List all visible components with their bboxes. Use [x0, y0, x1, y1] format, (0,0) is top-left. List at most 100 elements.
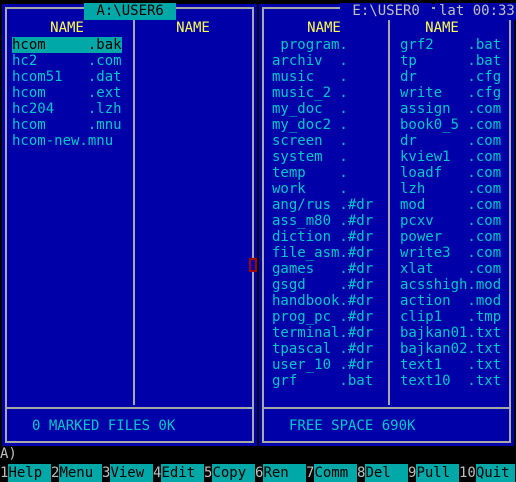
file-entry[interactable]: dr .cfg	[400, 69, 501, 85]
file-entry[interactable]: my_doc .	[272, 101, 373, 117]
left-status-separator	[7, 407, 252, 409]
file-entry[interactable]: xlat .com	[400, 261, 501, 277]
file-entry[interactable]: archiv .	[272, 53, 373, 69]
function-key-number: 7	[306, 464, 315, 482]
file-entry[interactable]: hc204 .lzh	[12, 101, 122, 117]
file-entry[interactable]: book0_5 .com	[400, 117, 501, 133]
file-entry[interactable]: grf .bat	[272, 373, 373, 389]
file-entry[interactable]: write .cfg	[400, 85, 501, 101]
file-entry[interactable]: terminal.#dr	[272, 325, 373, 341]
left-panel-path[interactable]: A:\USER6	[84, 3, 177, 20]
function-key-9[interactable]: 9 Pull	[408, 464, 459, 482]
file-entry[interactable]: handbook.#dr	[272, 293, 373, 309]
file-entry[interactable]: tpascal .#dr	[272, 341, 373, 357]
file-entry[interactable]: user_10 .#dr	[272, 357, 373, 373]
function-key-number: 10	[459, 464, 476, 482]
clock: lat 00:33	[435, 3, 516, 20]
file-entry[interactable]: lzh .com	[400, 181, 501, 197]
file-entry[interactable]: kview1 .com	[400, 149, 501, 165]
file-entry[interactable]: music_2 .	[272, 85, 373, 101]
function-key-label: Del	[365, 464, 408, 482]
scroll-indicator[interactable]	[249, 258, 257, 272]
file-entry[interactable]: prog_pc .#dr	[272, 309, 373, 325]
file-entry[interactable]: games .#dr	[272, 261, 373, 277]
file-entry[interactable]: tp .bat	[400, 53, 501, 69]
file-entry[interactable]: dr .com	[400, 133, 501, 149]
file-entry[interactable]: write3 .com	[400, 245, 501, 261]
file-entry[interactable]: ang/rus .#dr	[272, 197, 373, 213]
command-line[interactable]: A)	[0, 446, 516, 462]
function-key-label: Pull	[416, 464, 459, 482]
right-file-list-2: grf2 .bat tp .bat dr .cfg write .cfg assign …	[400, 37, 501, 389]
right-col1-header: NAME	[307, 20, 341, 36]
file-entry[interactable]: gsgd .#dr	[272, 277, 373, 293]
left-file-list: hcom .bak hc2 .com hcom51 .dat hcom .ext hc2…	[12, 37, 122, 149]
file-entry[interactable]: diction .#dr	[272, 229, 373, 245]
right-panel-path[interactable]: E:\USER0	[340, 3, 433, 20]
file-entry[interactable]: program.	[272, 37, 373, 53]
function-key-label: Menu	[59, 464, 102, 482]
function-key-label: Comm	[314, 464, 357, 482]
file-entry[interactable]: mod .com	[400, 197, 501, 213]
file-entry[interactable]: system .	[272, 149, 373, 165]
file-entry[interactable]: bajkan02.txt	[400, 341, 501, 357]
left-status-text: 0 MARKED FILES 0K	[32, 418, 176, 434]
function-key-label: Edit	[161, 464, 204, 482]
function-key-number: 8	[357, 464, 366, 482]
function-key-label: View	[110, 464, 153, 482]
right-panel[interactable]: E:\USER0 lat 00:33 NAME NAME program. arc…	[259, 3, 516, 446]
file-entry[interactable]: loadf .com	[400, 165, 501, 181]
file-entry[interactable]: file_asm.#dr	[272, 245, 373, 261]
file-entry[interactable]: hcom .mnu	[12, 117, 122, 133]
file-entry[interactable]: text10 .txt	[400, 373, 501, 389]
file-entry[interactable]: text1 .txt	[400, 357, 501, 373]
file-entry[interactable]: pcxv .com	[400, 213, 501, 229]
function-key-number: 5	[204, 464, 213, 482]
function-key-bar: 1 Help 2 Menu 3 View 4 Edit 5 Copy 6 Ren 7 Comm 8 Del …	[0, 464, 516, 482]
screen: A:\USER6 NAME NAME hcom .bak hc2 .com hcom…	[0, 0, 516, 482]
function-key-3[interactable]: 3 View	[102, 464, 153, 482]
file-entry[interactable]: hcom .ext	[12, 85, 122, 101]
right-status-text: FREE SPACE 690K	[289, 418, 416, 434]
function-key-1[interactable]: 1 Help	[0, 464, 51, 482]
right-status-separator	[264, 407, 509, 409]
function-key-5[interactable]: 5 Copy	[204, 464, 255, 482]
right-column-divider	[388, 9, 390, 405]
right-file-list-1: program. archiv . music . music_2 . my_doc .…	[272, 37, 373, 389]
function-key-7[interactable]: 7 Comm	[306, 464, 357, 482]
file-entry[interactable]: power .com	[400, 229, 501, 245]
file-entry[interactable]: work .	[272, 181, 373, 197]
right-col2-header: NAME	[425, 20, 459, 36]
file-entry[interactable]: acsshigh.mod	[400, 277, 501, 293]
function-key-8[interactable]: 8 Del	[357, 464, 408, 482]
file-entry[interactable]: hcom51 .dat	[12, 69, 122, 85]
file-entry[interactable]: assign .com	[400, 101, 501, 117]
file-entry[interactable]: hcom-new.mnu	[12, 133, 122, 149]
function-key-4[interactable]: 4 Edit	[153, 464, 204, 482]
function-key-number: 4	[153, 464, 162, 482]
function-key-number: 1	[0, 464, 9, 482]
function-key-6[interactable]: 6 Ren	[255, 464, 306, 482]
file-entry[interactable]: temp .	[272, 165, 373, 181]
function-key-10[interactable]: 10 Quit	[459, 464, 515, 482]
file-entry[interactable]: action .mod	[400, 293, 501, 309]
function-key-label: Copy	[212, 464, 255, 482]
function-key-label: Ren	[263, 464, 306, 482]
file-entry[interactable]: hcom .bak	[12, 37, 122, 53]
file-entry[interactable]: hc2 .com	[12, 53, 122, 69]
function-key-2[interactable]: 2 Menu	[51, 464, 102, 482]
file-entry[interactable]: clip1 .tmp	[400, 309, 501, 325]
file-entry[interactable]: grf2 .bat	[400, 37, 501, 53]
function-key-number: 6	[255, 464, 264, 482]
file-entry[interactable]: bajkan01.txt	[400, 325, 501, 341]
function-key-label: Quit	[475, 464, 515, 482]
file-entry[interactable]: screen .	[272, 133, 373, 149]
left-panel[interactable]: A:\USER6 NAME NAME hcom .bak hc2 .com hcom…	[2, 3, 257, 446]
function-key-number: 2	[51, 464, 60, 482]
left-col2-header: NAME	[176, 20, 210, 36]
file-entry[interactable]: ass_m80 .#dr	[272, 213, 373, 229]
file-entry[interactable]: my_doc2 .	[272, 117, 373, 133]
function-key-number: 3	[102, 464, 111, 482]
file-entry[interactable]: music .	[272, 69, 373, 85]
function-key-label: Help	[8, 464, 51, 482]
